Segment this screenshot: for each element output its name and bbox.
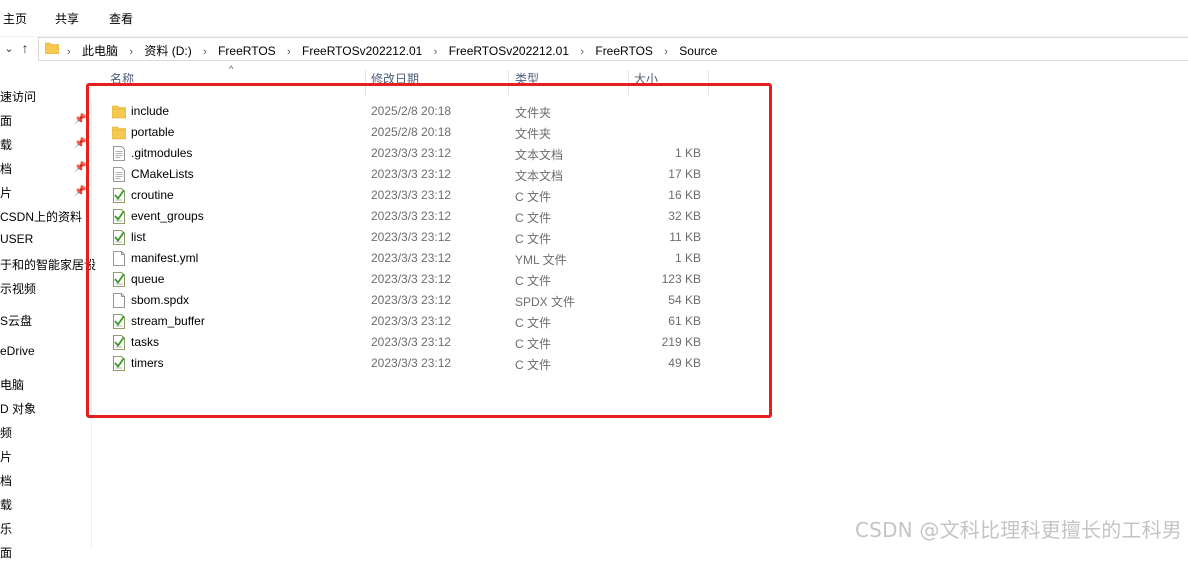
breadcrumb-item[interactable]: 此电脑 [82, 44, 118, 58]
breadcrumb-item[interactable]: FreeRTOS [218, 44, 276, 58]
nav-item-pictures-pc[interactable]: 片 [0, 448, 12, 465]
nav-item-documents[interactable]: 档 [0, 160, 12, 177]
highlight-box [86, 83, 772, 418]
pin-icon: 📌 [74, 186, 87, 197]
chevron-right-icon[interactable]: › [203, 46, 207, 58]
navigation-pane: 速访问 面 📌 载 📌 档 📌 片 📌 CSDN上的资料 USER 于和的智能家… [0, 80, 96, 560]
pin-icon: 📌 [74, 114, 87, 125]
tab-view[interactable]: 查看 [109, 10, 133, 27]
recent-locations-icon[interactable]: ⌄ [2, 40, 16, 56]
nav-item-cloud-drive[interactable]: S云盘 [0, 312, 32, 329]
chevron-right-icon[interactable]: › [580, 46, 584, 58]
address-row: ⌄ ↑ › 此电脑 › 资料 (D:) › FreeRTOS › FreeRTO… [0, 36, 1188, 62]
breadcrumb: › 此电脑 › 资料 (D:) › FreeRTOS › FreeRTOSv20… [67, 42, 717, 59]
ribbon: 主页 共享 查看 [0, 0, 1188, 37]
nav-item-downloads[interactable]: 载 [0, 136, 12, 153]
pin-icon: 📌 [74, 162, 87, 173]
nav-item-csdn[interactable]: CSDN上的资料 [0, 208, 82, 225]
nav-item-3d-objects[interactable]: D 对象 [0, 400, 36, 417]
nav-item-pictures[interactable]: 片 [0, 184, 12, 201]
nav-item-demo-video[interactable]: 示视频 [0, 280, 36, 297]
breadcrumb-item[interactable]: 资料 (D:) [144, 44, 191, 58]
nav-item-this-pc[interactable]: 电脑 [0, 376, 24, 393]
nav-item-documents-pc[interactable]: 档 [0, 472, 12, 489]
up-arrow-icon[interactable]: ↑ [18, 40, 32, 56]
nav-item-desktop[interactable]: 面 [0, 112, 12, 129]
sort-up-icon: ^ [229, 64, 234, 74]
nav-item-quick-access[interactable]: 速访问 [0, 88, 36, 105]
watermark: CSDN @文科比理科更擅长的工科男 [855, 518, 1182, 542]
breadcrumb-item[interactable]: FreeRTOSv202212.01 [449, 44, 569, 58]
folder-icon [45, 42, 59, 54]
nav-item-videos[interactable]: 频 [0, 424, 12, 441]
nav-item-downloads-pc[interactable]: 载 [0, 496, 12, 513]
chevron-right-icon[interactable]: › [129, 46, 133, 58]
breadcrumb-item[interactable]: FreeRTOS [595, 44, 653, 58]
chevron-right-icon[interactable]: › [434, 46, 438, 58]
nav-item-user[interactable]: USER [0, 232, 33, 246]
address-bar[interactable]: › 此电脑 › 资料 (D:) › FreeRTOS › FreeRTOSv20… [38, 37, 1188, 61]
nav-item-music[interactable]: 乐 [0, 520, 12, 537]
tab-share[interactable]: 共享 [55, 10, 79, 27]
nav-item-onedrive[interactable]: eDrive [0, 344, 35, 358]
breadcrumb-item[interactable]: FreeRTOSv202212.01 [302, 44, 422, 58]
nav-item-smart-home[interactable]: 于和的智能家居设 [0, 256, 96, 273]
pin-icon: 📌 [74, 138, 87, 149]
breadcrumb-item-current[interactable]: Source [679, 44, 717, 58]
tab-home[interactable]: 主页 [3, 10, 27, 27]
chevron-right-icon[interactable]: › [67, 46, 71, 58]
chevron-right-icon[interactable]: › [287, 46, 291, 58]
chevron-right-icon[interactable]: › [664, 46, 668, 58]
nav-item-desktop-pc[interactable]: 面 [0, 544, 12, 561]
